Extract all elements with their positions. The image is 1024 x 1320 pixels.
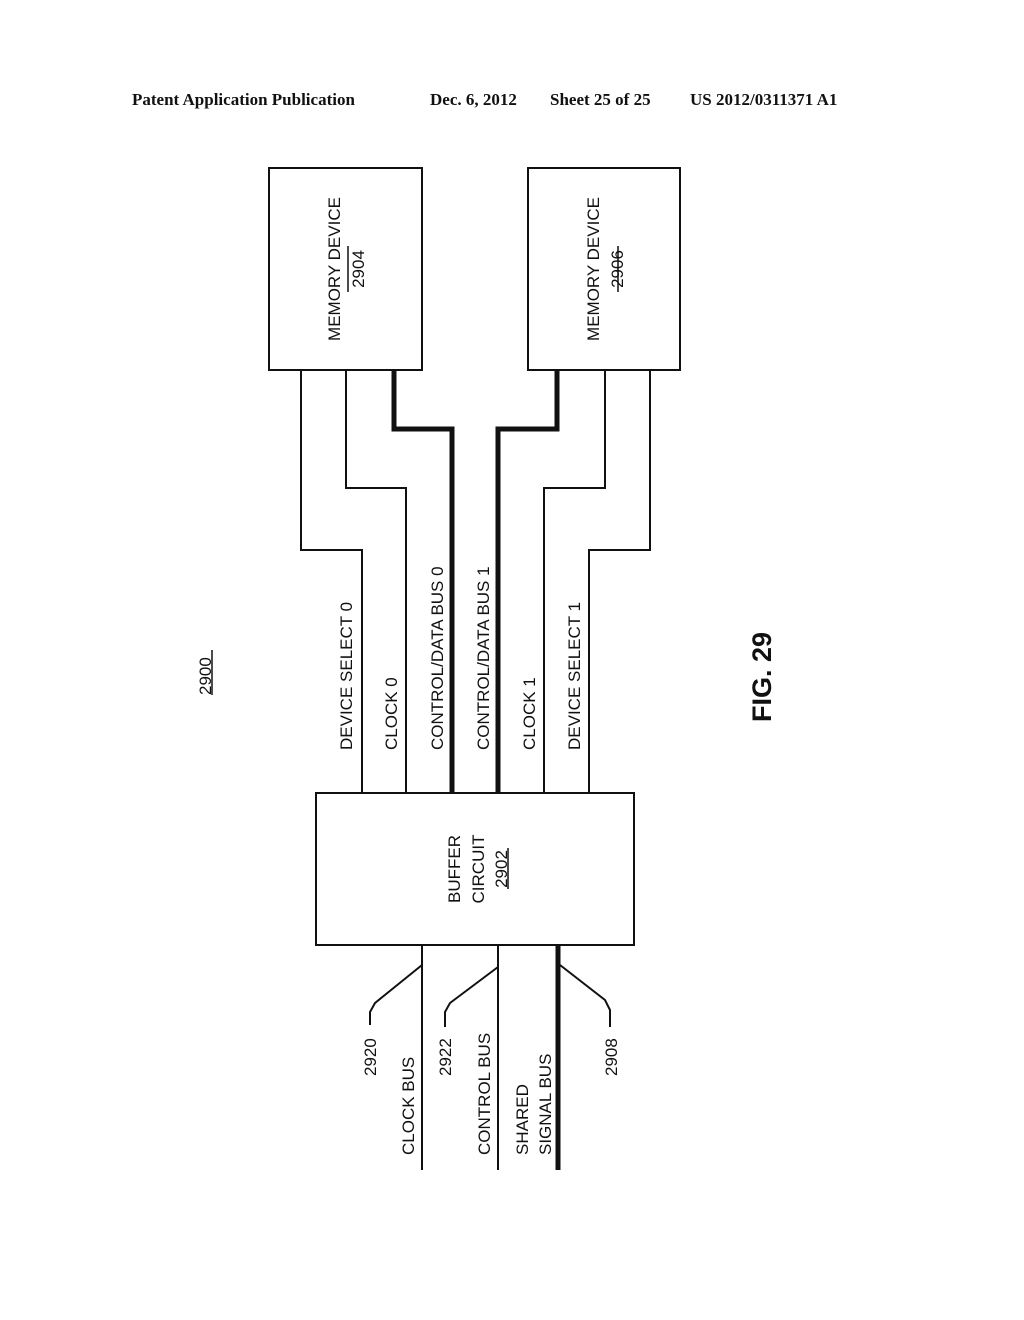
clock-bus-label: CLOCK BUS bbox=[399, 1057, 418, 1155]
device-select-0-label: DEVICE SELECT 0 bbox=[337, 602, 356, 750]
memory-device-2906-label: MEMORY DEVICE bbox=[584, 197, 603, 341]
shared-signal-bus-label-line2: SIGNAL BUS bbox=[536, 1054, 555, 1155]
device-select-1-label: DEVICE SELECT 1 bbox=[565, 602, 584, 750]
memory-device-2904-box bbox=[268, 167, 423, 371]
ref-2920: 2920 bbox=[361, 1038, 380, 1076]
device-select-1-line bbox=[588, 370, 651, 793]
memory-device-2904-ref: 2904 bbox=[349, 250, 368, 288]
control-data-bus-0-label: CONTROL/DATA BUS 0 bbox=[428, 566, 447, 750]
ref-2922: 2922 bbox=[436, 1038, 455, 1076]
circuit-diagram: MEMORY DEVICE 2904 MEMORY DEVICE 2906 DE… bbox=[196, 167, 777, 1170]
buffer-label-line1: BUFFER bbox=[445, 835, 464, 903]
clock-0-label: CLOCK 0 bbox=[382, 677, 401, 750]
shared-signal-bus-label-line1: SHARED bbox=[513, 1084, 532, 1155]
control-bus-label: CONTROL BUS bbox=[475, 1033, 494, 1155]
control-data-bus-1-label: CONTROL/DATA BUS 1 bbox=[474, 566, 493, 750]
ref-2908: 2908 bbox=[602, 1038, 621, 1076]
buffer-label-line2: CIRCUIT bbox=[469, 835, 488, 904]
memory-device-2906-box bbox=[527, 167, 681, 371]
figure-reference-2900: 2900 bbox=[196, 657, 215, 695]
leader-2908 bbox=[559, 964, 611, 1027]
leader-2920 bbox=[369, 964, 423, 1025]
memory-device-2904-label: MEMORY DEVICE bbox=[325, 197, 344, 341]
buffer-ref: 2902 bbox=[492, 850, 511, 888]
memory-device-2906-ref: 2906 bbox=[608, 250, 627, 288]
leader-2922 bbox=[444, 966, 499, 1027]
figure-label: FIG. 29 bbox=[747, 632, 777, 722]
clock-1-label: CLOCK 1 bbox=[520, 677, 539, 750]
